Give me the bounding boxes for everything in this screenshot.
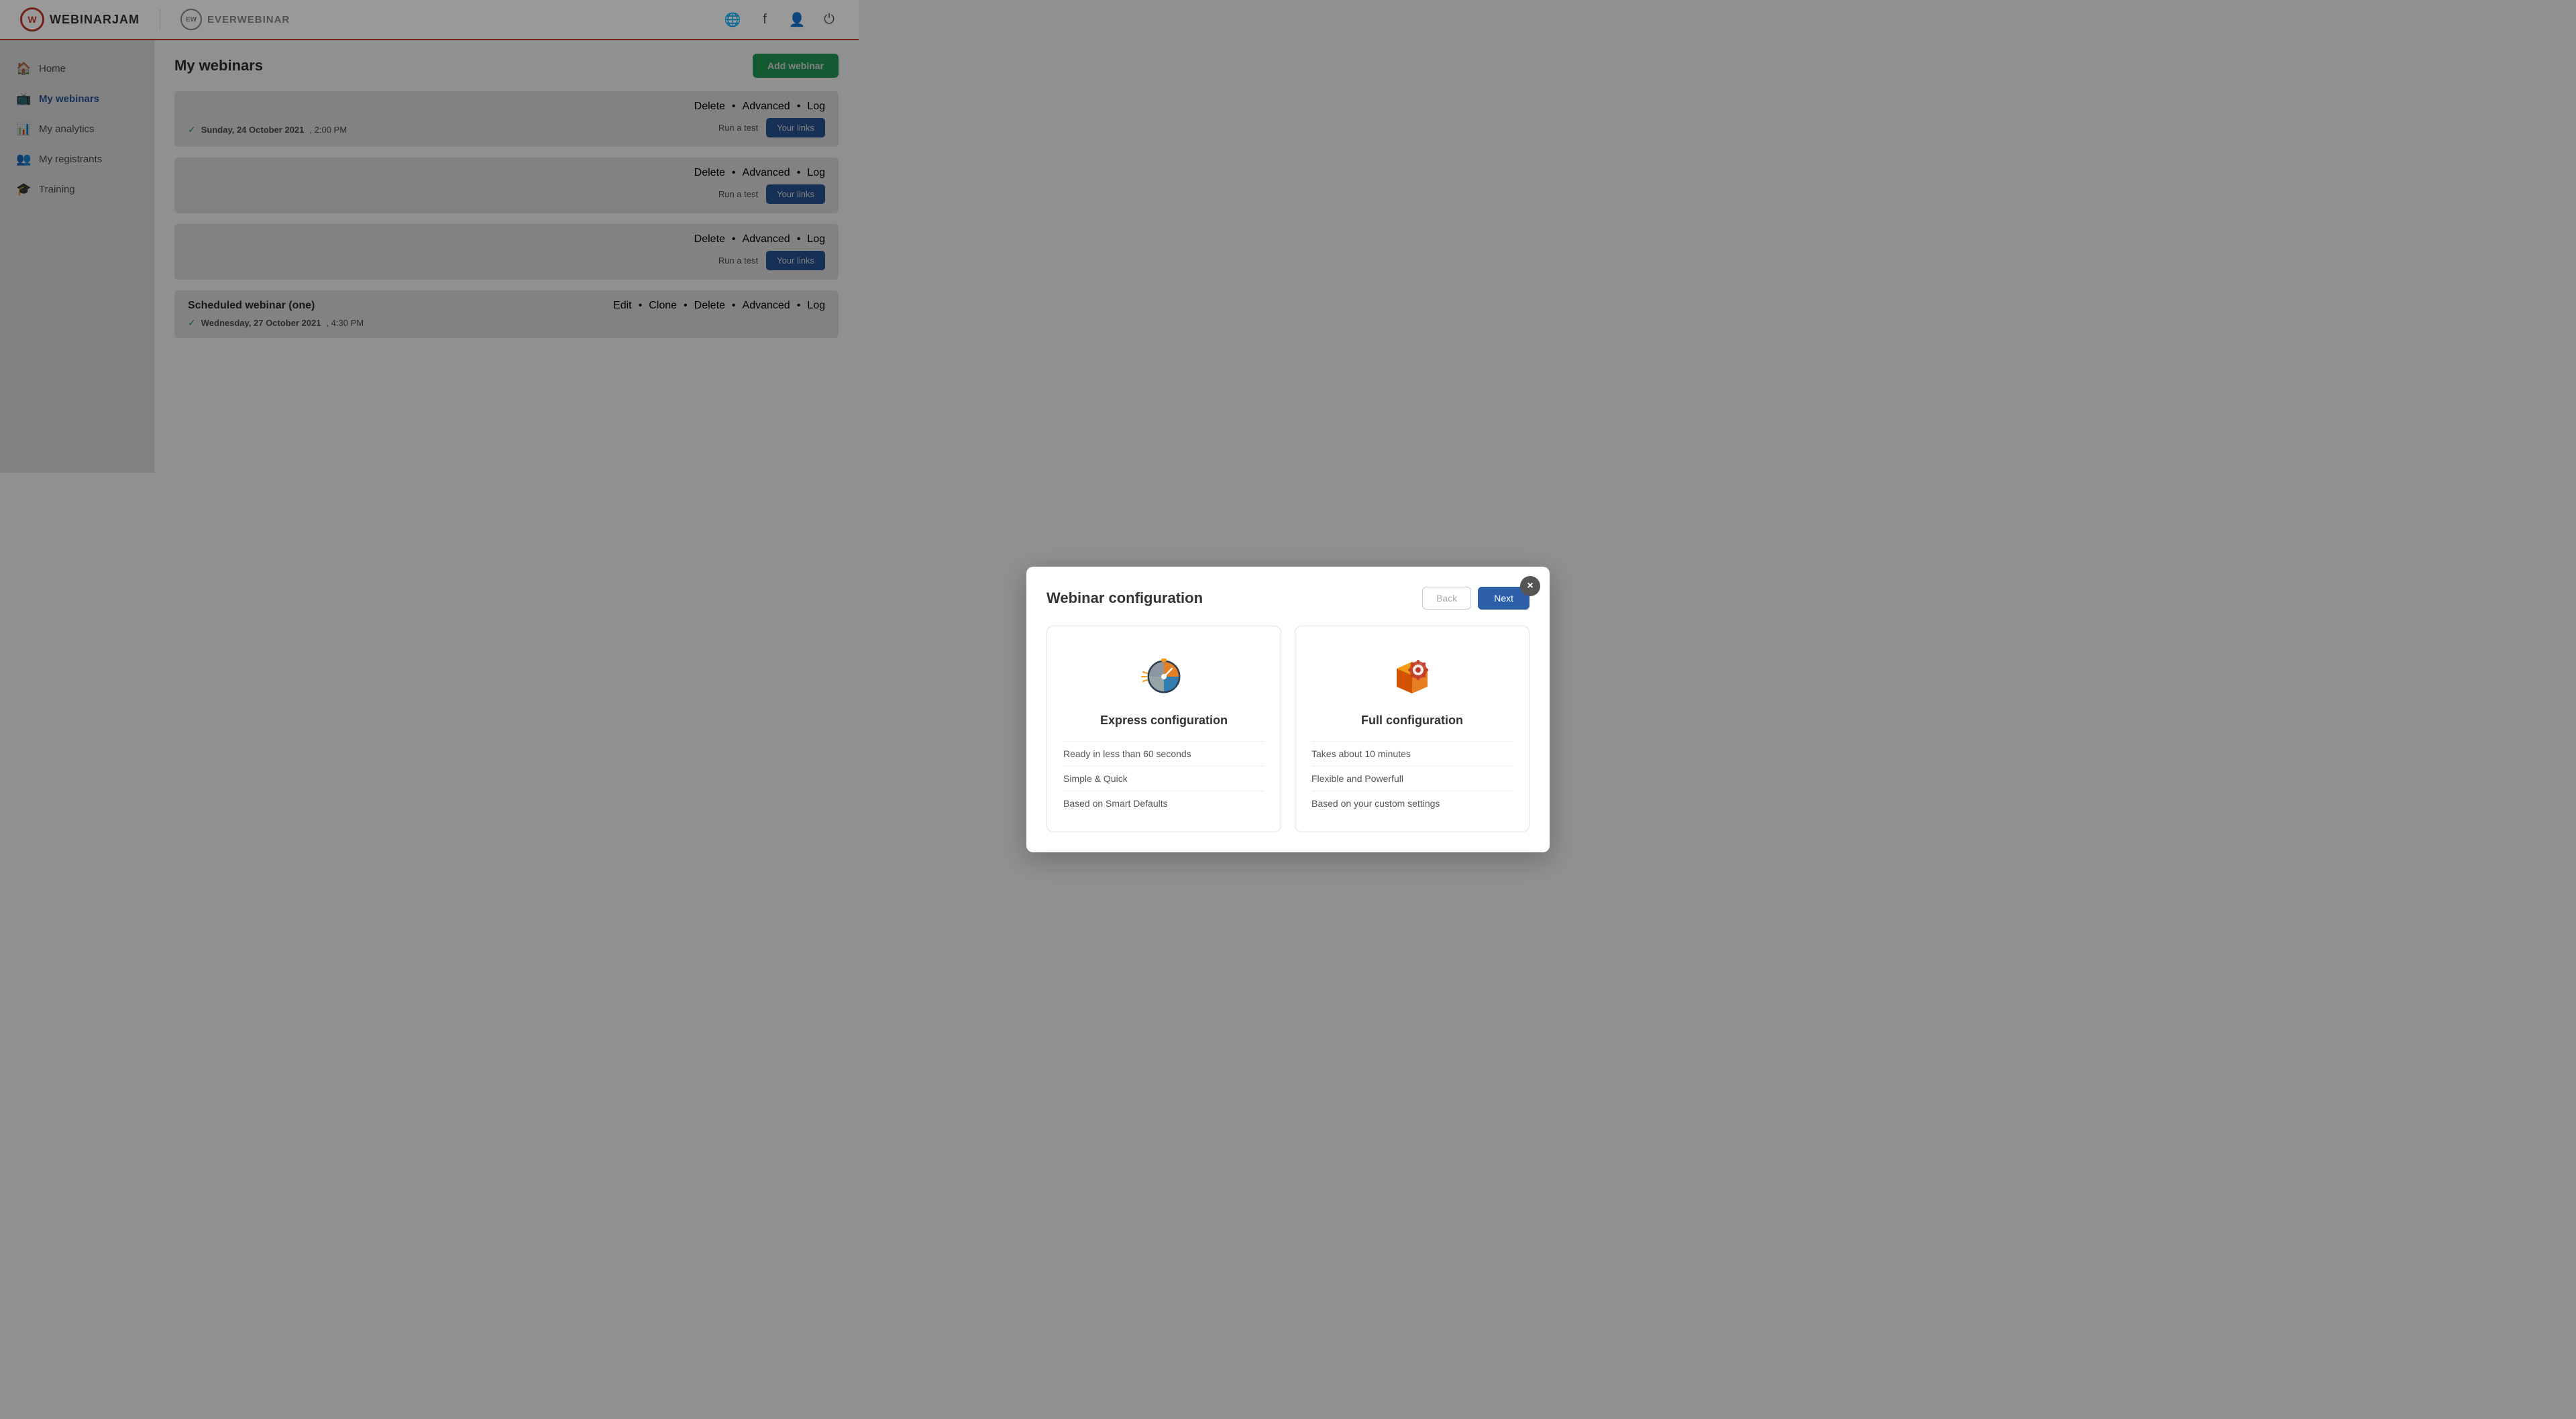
express-feature-1: Ready in less than 60 seconds	[1063, 741, 1265, 766]
full-config-icon	[1385, 646, 1439, 700]
full-config-card[interactable]: Full configuration Takes about 10 minute…	[1295, 626, 1529, 832]
full-config-title: Full configuration	[1311, 714, 1513, 728]
express-config-card[interactable]: Express configuration Ready in less than…	[1046, 626, 1281, 832]
gear-box-svg	[1389, 650, 1436, 697]
full-feature-2: Flexible and Powerfull	[1311, 766, 1513, 791]
modal-nav-buttons: Back Next	[1422, 587, 1529, 610]
modal-title: Webinar configuration	[1046, 589, 1203, 607]
full-feature-3: Based on your custom settings	[1311, 791, 1513, 815]
express-feature-2: Simple & Quick	[1063, 766, 1265, 791]
full-feature-1: Takes about 10 minutes	[1311, 741, 1513, 766]
config-cards: Express configuration Ready in less than…	[1046, 626, 1529, 832]
express-feature-3: Based on Smart Defaults	[1063, 791, 1265, 815]
express-config-icon	[1137, 646, 1191, 700]
modal-webinar-config: × Webinar configuration Back Next	[1026, 567, 1550, 852]
modal-close-button[interactable]: ×	[1520, 576, 1540, 596]
modal-header: Webinar configuration Back Next	[1046, 587, 1529, 610]
express-config-title: Express configuration	[1063, 714, 1265, 728]
modal-overlay: × Webinar configuration Back Next	[0, 0, 2576, 1419]
modal-back-button[interactable]: Back	[1422, 587, 1471, 610]
timer-svg	[1140, 650, 1187, 697]
